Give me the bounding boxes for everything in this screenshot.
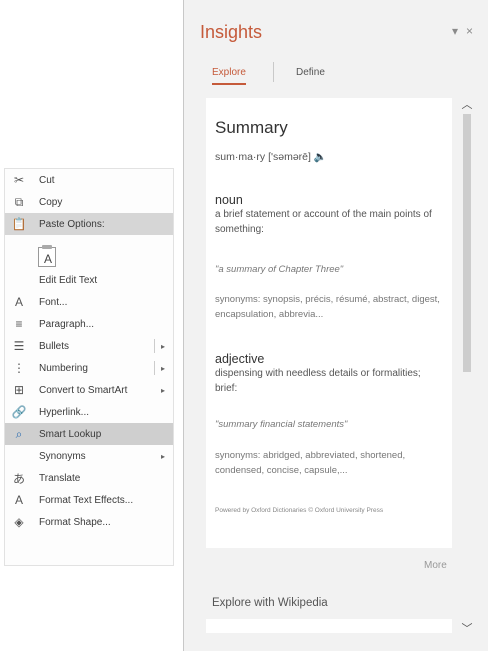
insights-pane: Insights ▾ × Explore Define Summary sum·…	[183, 0, 488, 651]
summary-card: Summary sum·ma·ry ['səmərē] 🔈 noun a bri…	[206, 98, 452, 548]
scrollbar[interactable]: ︿ ﹀	[460, 96, 474, 636]
tab-divider	[273, 62, 274, 82]
menu-item-translate[interactable]: あ Translate	[5, 467, 173, 489]
translate-icon: あ	[12, 471, 25, 486]
scissors-icon: ✂	[13, 173, 25, 187]
paste-icon: 📋	[11, 217, 27, 231]
chevron-right-icon: ▸	[160, 341, 165, 351]
bullets-icon: ☰	[13, 339, 25, 353]
menu-item-bullets[interactable]: ☰ Bullets ▸	[5, 335, 173, 357]
scroll-thumb[interactable]	[463, 114, 471, 372]
part-of-speech-adjective: adjective	[215, 352, 265, 366]
example-adjective: "summary financial statements"	[215, 419, 348, 430]
chevron-right-icon: ▸	[160, 385, 165, 395]
search-icon: ⌕	[15, 426, 23, 441]
menu-item-format-text-effects[interactable]: A Format Text Effects...	[5, 489, 173, 511]
summary-word: Summary	[215, 118, 288, 137]
copy-icon: ⧉	[14, 194, 24, 209]
menu-item-cut[interactable]: ✂ Cut	[5, 169, 173, 191]
menu-item-smart-lookup[interactable]: ⌕ Smart Lookup	[5, 423, 173, 445]
menu-item-format-shape[interactable]: ◈ Format Shape...	[5, 511, 173, 533]
pane-options-icon[interactable]: ▾	[452, 24, 458, 38]
part-of-speech-noun: noun	[215, 193, 243, 207]
menu-item-paragraph[interactable]: ≡ Paragraph...	[5, 313, 173, 335]
paste-keep-text-only-button[interactable]: A	[38, 245, 56, 267]
pane-title: Insights	[200, 22, 263, 42]
menu-item-numbering[interactable]: ⋮ Numbering ▸	[5, 357, 173, 379]
close-icon[interactable]: ×	[466, 24, 473, 38]
hyperlink-icon: 🔗	[11, 405, 27, 419]
menu-item-synonyms[interactable]: Synonyms ▸	[5, 445, 173, 467]
menu-item-convert-smartart[interactable]: ⊞ Convert to SmartArt ▸	[5, 379, 173, 401]
synonyms-adjective[interactable]: synonyms: abridged, abbreviated, shorten…	[215, 448, 447, 478]
menu-item-edit-text[interactable]: Edit Edit Text	[5, 269, 173, 291]
chevron-right-icon: ▸	[160, 363, 165, 373]
menu-item-font[interactable]: A Font...	[5, 291, 173, 313]
example-noun: "a summary of Chapter Three"	[215, 264, 344, 275]
submenu-divider	[154, 361, 155, 375]
paragraph-icon: ≡	[15, 317, 23, 331]
tab-explore[interactable]: Explore	[212, 67, 246, 85]
menu-item-paste-options[interactable]: 📋 Paste Options:	[5, 213, 173, 235]
context-menu: ✂ Cut ⧉ Copy 📋 Paste Options: A Edit Edi…	[4, 168, 174, 566]
chevron-right-icon: ▸	[160, 451, 165, 461]
chevron-up-icon[interactable]: ︿	[460, 96, 474, 112]
text-effects-icon: A	[14, 493, 23, 507]
numbering-icon: ⋮	[13, 361, 25, 375]
chevron-down-icon[interactable]: ﹀	[460, 620, 474, 636]
dictionary-source: Powered by Oxford Dictionaries © Oxford …	[215, 507, 384, 514]
format-shape-icon: ◈	[14, 515, 24, 529]
synonyms-noun[interactable]: synonyms: synopsis, précis, résumé, abst…	[215, 292, 447, 322]
menu-item-copy[interactable]: ⧉ Copy	[5, 191, 173, 213]
explore-wikipedia-heading[interactable]: Explore with Wikipedia	[212, 597, 328, 609]
smartart-icon: ⊞	[13, 383, 25, 397]
tab-define[interactable]: Define	[296, 67, 325, 78]
pronunciation: sum·ma·ry ['səmərē] 🔈	[215, 151, 327, 163]
more-link[interactable]: More	[424, 560, 447, 571]
definition-noun: a brief statement or account of the main…	[215, 209, 432, 235]
definition-adjective: dispensing with needless details or form…	[215, 368, 421, 394]
menu-item-hyperlink[interactable]: 🔗 Hyperlink...	[5, 401, 173, 423]
wikipedia-card	[206, 619, 452, 633]
submenu-divider	[154, 339, 155, 353]
font-icon: A	[14, 295, 23, 309]
